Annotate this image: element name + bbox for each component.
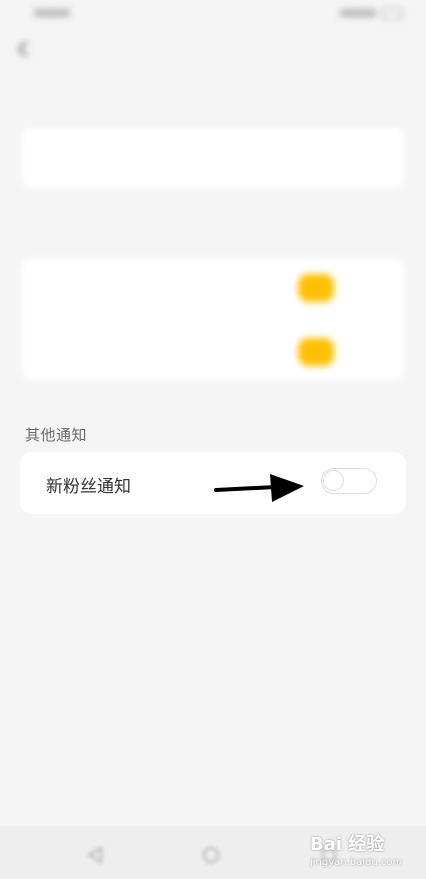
section-title-other-notifications: 其他通知 — [25, 426, 88, 444]
status-icons — [34, 9, 70, 17]
watermark-url: jingyan.baidu.com — [310, 857, 403, 868]
battery-icon — [382, 7, 402, 19]
blurred-content — [0, 0, 426, 395]
home-nav-icon[interactable] — [202, 846, 220, 864]
toggle-switch[interactable] — [298, 274, 334, 302]
signal-icon — [340, 9, 376, 17]
settings-card — [22, 128, 404, 188]
status-bar — [28, 4, 402, 22]
back-icon[interactable] — [12, 38, 34, 60]
toggle-knob — [323, 470, 344, 491]
new-fans-notification-label: 新粉丝通知 — [46, 477, 131, 497]
toggle-switch[interactable] — [298, 338, 334, 366]
settings-card: 新粉丝通知 — [20, 452, 406, 514]
new-fans-notification-toggle[interactable] — [321, 468, 377, 494]
arrow-right-icon — [214, 474, 304, 502]
watermark: Bai 经验 jingyan.baidu.com — [308, 826, 420, 876]
back-nav-icon[interactable] — [86, 846, 104, 864]
nav-bar — [0, 30, 426, 70]
settings-card — [22, 258, 404, 380]
watermark-brand: Bai 经验 — [310, 834, 385, 855]
